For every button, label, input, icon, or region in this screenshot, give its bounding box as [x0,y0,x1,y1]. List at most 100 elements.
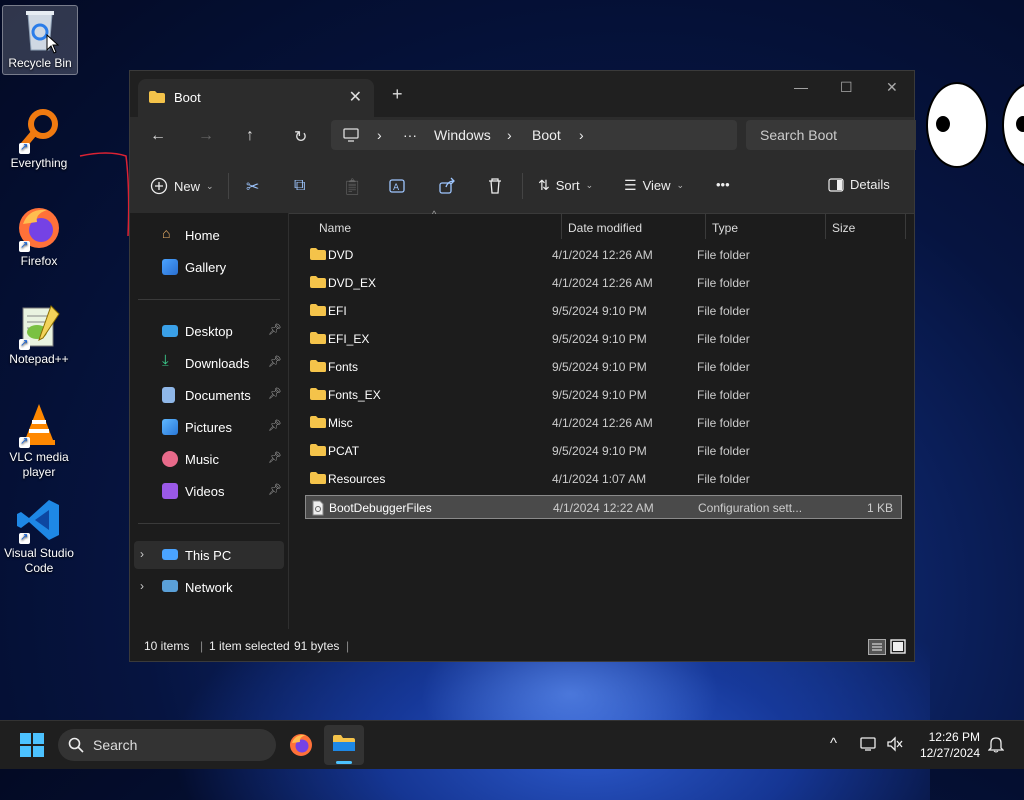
sidebar-item-videos[interactable]: Videos 📌︎ [134,477,284,505]
column-header-date[interactable]: Date modified [568,221,642,235]
search-box[interactable]: Search Boot [746,120,916,150]
forward-button[interactable]: → [198,127,214,145]
tab-boot[interactable]: Boot ✕ [138,79,374,117]
desktop-icon-recycle-bin[interactable]: Recycle Bin [2,5,78,75]
column-header-name[interactable]: Name [319,221,351,235]
start-button[interactable] [20,733,44,757]
file-name: Misc [328,416,353,430]
new-tab-button[interactable]: + [392,84,403,105]
minimize-button[interactable]: — [794,79,808,95]
up-button[interactable]: ↑ [246,127,254,145]
delete-button[interactable] [486,177,504,195]
more-options-button[interactable]: ••• [716,177,730,192]
sidebar-item-desktop[interactable]: Desktop 📌︎ [134,317,284,345]
sidebar-item-documents[interactable]: Documents 📌︎ [134,381,284,409]
sidebar-item-music[interactable]: Music 📌︎ [134,445,284,473]
desktop-icon-label: Firefox [20,254,58,268]
file-row[interactable]: EFI 9/5/2024 9:10 PM File folder [305,299,902,323]
desktop-icon-firefox[interactable]: Firefox [2,204,76,269]
sidebar-item-this-pc[interactable]: › This PC [134,541,284,569]
volume-muted-icon[interactable] [886,736,904,752]
vlc-icon [15,400,63,449]
file-explorer-window[interactable]: Boot ✕ + — ☐ ✕ ← → ↑ ↻ › ··· Windows › B… [129,70,916,662]
sidebar-item-downloads[interactable]: ⤓ Downloads 📌︎ [134,349,284,377]
share-button[interactable] [438,177,456,195]
file-date: 4/1/2024 12:26 AM [552,248,653,262]
breadcrumb-boot[interactable]: Boot [532,127,561,143]
close-window-button[interactable]: ✕ [886,79,898,96]
file-row[interactable]: Misc 4/1/2024 12:26 AM File folder [305,411,902,435]
details-pane-button[interactable]: Details [828,177,890,192]
network-tray-icon[interactable] [860,736,878,752]
cut-button[interactable]: ✂ [246,177,259,197]
shortcut-arrow-icon [19,238,30,253]
close-tab-icon[interactable]: ✕ [349,87,362,107]
paste-button[interactable]: 📋︎ [342,177,362,197]
file-row[interactable]: EFI_EX 9/5/2024 9:10 PM File folder [305,327,902,351]
file-row[interactable]: BootDebuggerFiles 4/1/2024 12:22 AM Config… [305,495,902,519]
file-row[interactable]: Fonts 9/5/2024 9:10 PM File folder [305,355,902,379]
search-placeholder: Search Boot [760,127,838,143]
large-icons-view-icon[interactable] [890,639,906,655]
chevron-right-icon[interactable]: › [140,547,144,561]
pin-icon: 📌︎ [268,388,282,400]
file-date: 4/1/2024 1:07 AM [552,472,647,486]
file-name: EFI [328,304,347,318]
back-button[interactable]: ← [150,127,166,145]
folder-icon [310,332,326,344]
desktop-icon-everything[interactable]: Everything [2,106,76,171]
taskbar-file-explorer[interactable] [324,725,364,765]
file-name: DVD_EX [328,276,377,290]
file-row[interactable]: Fonts_EX 9/5/2024 9:10 PM File folder [305,383,902,407]
selection-size: 91 bytes [294,639,340,653]
file-row[interactable]: DVD 4/1/2024 12:26 AM File folder [305,243,902,267]
file-row[interactable]: PCAT 9/5/2024 9:10 PM File folder [305,439,902,463]
notification-bell-icon[interactable] [988,735,1004,753]
desktop-icon-vlc[interactable]: VLC media player [2,400,76,480]
view-button[interactable]: ☰ View ⌄ [624,177,684,194]
file-name: PCAT [328,444,360,458]
firefox-icon [15,204,63,253]
rename-button[interactable]: A [388,177,406,195]
pin-icon: 📌︎ [268,356,282,368]
show-hidden-icons-chevron[interactable]: ^ [830,735,837,752]
column-header-type[interactable]: Type [712,221,738,235]
details-view-icon[interactable] [868,639,886,655]
svg-text:A: A [393,183,400,193]
sidebar-item-home[interactable]: ⌂ Home [134,221,284,249]
column-header-size[interactable]: Size [832,221,855,235]
divider [228,173,229,199]
sidebar-item-network[interactable]: › Network [134,573,284,601]
sidebar-item-gallery[interactable]: Gallery [134,253,284,281]
new-button[interactable]: New ⌄ [150,177,214,195]
file-type: File folder [697,472,750,486]
desktop-icon-notepadpp[interactable]: Notepad++ [2,302,76,367]
breadcrumb-separator: › [507,127,512,143]
file-row[interactable]: Resources 4/1/2024 1:07 AM File folder [305,467,902,491]
file-size: 1 KB [866,501,893,515]
taskbar-firefox-icon[interactable] [288,732,314,758]
folder-icon [310,444,326,456]
maximize-button[interactable]: ☐ [840,79,853,96]
file-row[interactable]: DVD_EX 4/1/2024 12:26 AM File folder [305,271,902,295]
address-bar[interactable]: › ··· Windows › Boot › [331,120,737,150]
breadcrumb-more[interactable]: ··· [403,127,417,143]
status-divider: | [346,639,350,653]
breadcrumb-separator[interactable]: › [579,127,584,143]
sort-icon: ⇅ [538,177,550,193]
chevron-right-icon[interactable]: › [140,579,144,593]
desktop-icon-vscode[interactable]: Visual Studio Code [2,496,76,576]
sort-button[interactable]: ⇅ Sort ⌄ [538,177,593,194]
sidebar-item-pictures[interactable]: Pictures 📌︎ [134,413,284,441]
breadcrumb-windows[interactable]: Windows [434,127,491,143]
copy-button[interactable]: ⧉ [294,177,305,195]
file-name: Fonts_EX [328,388,381,402]
taskbar-search[interactable]: Search [58,729,276,761]
status-divider: | [200,639,204,653]
system-clock[interactable]: 12:26 PM 12/27/2024 [920,729,980,761]
title-bar[interactable]: Boot ✕ + — ☐ ✕ [130,71,914,117]
refresh-button[interactable]: ↻ [294,127,307,147]
search-icon [68,737,84,753]
pin-icon: 📌︎ [268,452,282,464]
navigation-bar: ← → ↑ ↻ › ··· Windows › Boot › Search Bo… [130,117,916,161]
